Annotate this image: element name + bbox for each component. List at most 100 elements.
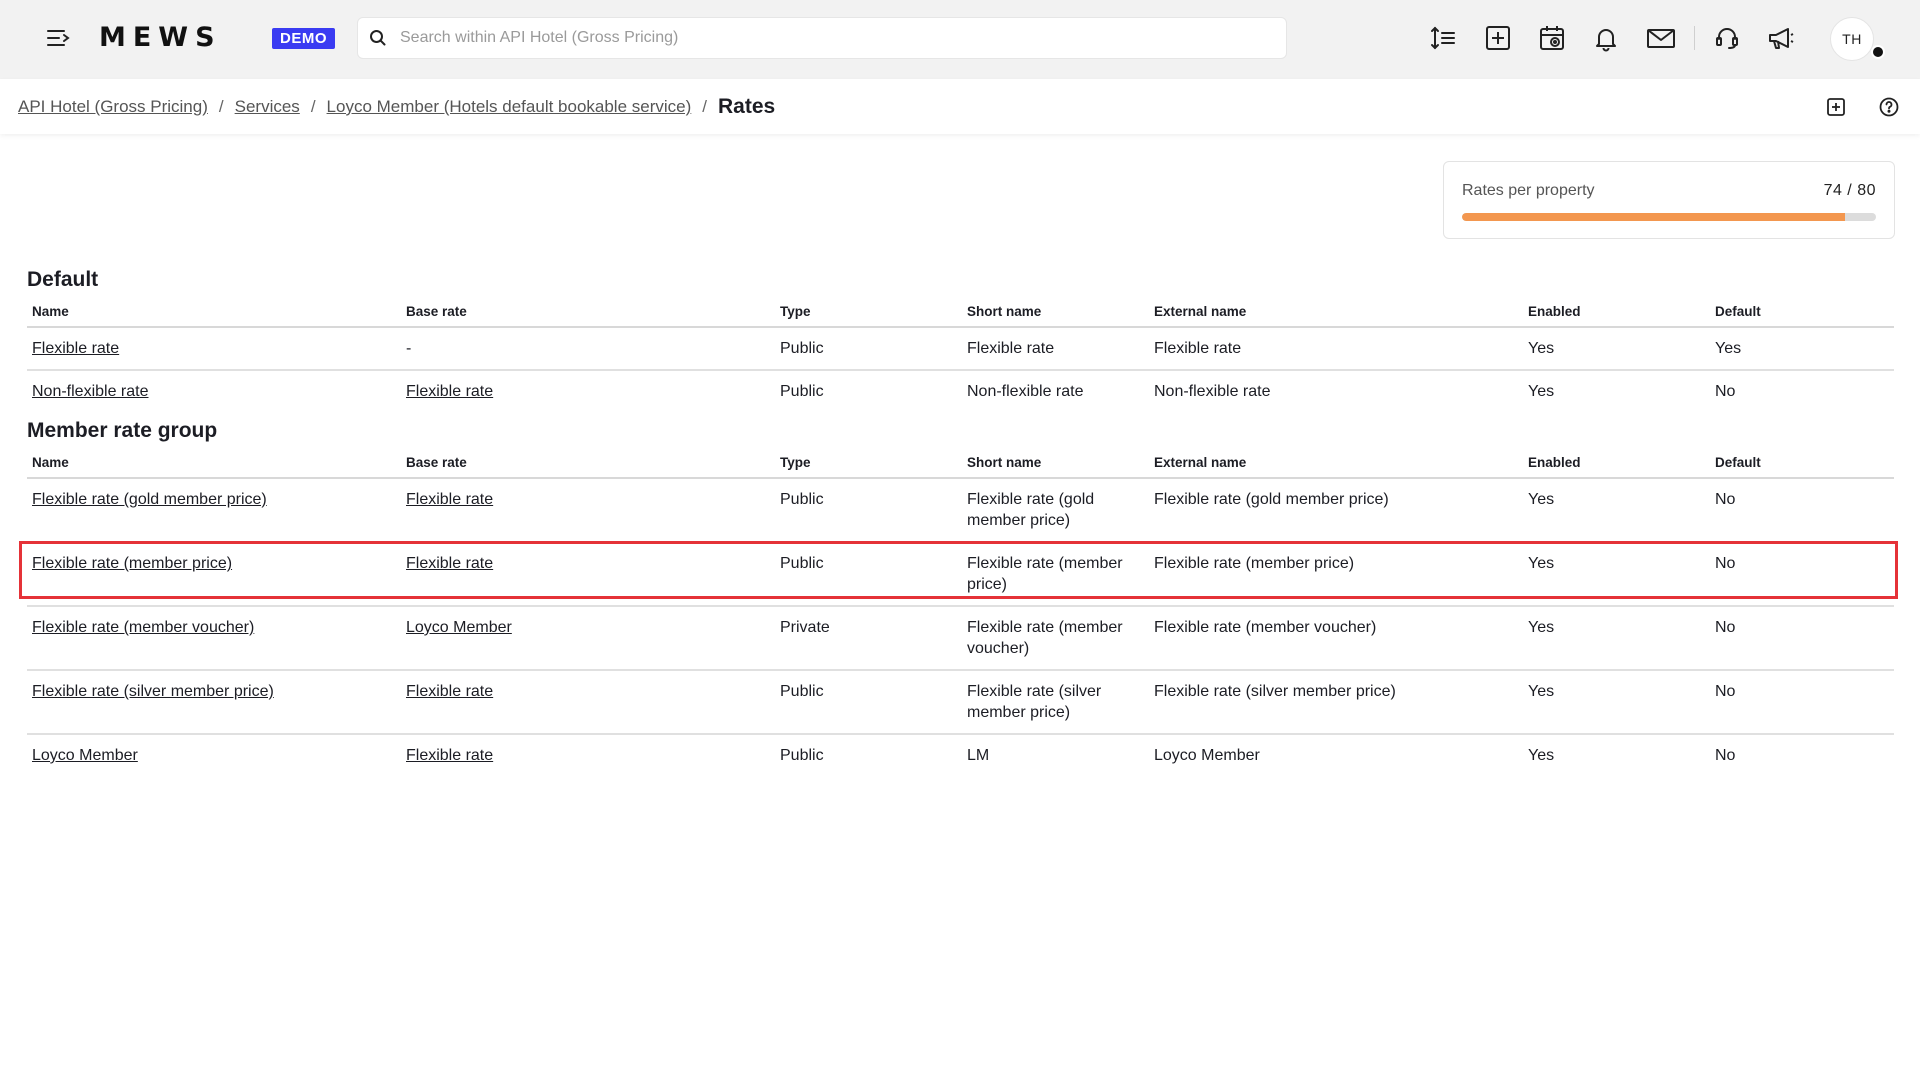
table-cell: Flexible rate [401,734,775,776]
help-icon[interactable] [1878,96,1900,118]
table-row[interactable]: Flexible rate - Public Flexible rate Flexibl… [27,327,1894,371]
default-cell: No [1715,555,1736,572]
table-cell: No [1710,606,1894,671]
column-header-default: Default [1710,448,1894,479]
table-cell: Public [775,327,962,371]
rate-name-link[interactable]: Flexible rate (silver member price) [32,683,274,700]
table-cell: Flexible rate (member price) [1149,542,1523,607]
default-cell: No [1715,619,1736,636]
menu-collapse-icon[interactable] [44,24,72,52]
enabled-cell: Yes [1528,683,1555,700]
rate-name-link[interactable]: Flexible rate [32,340,119,357]
short-name-cell: Flexible rate (silver member price) [967,683,1102,721]
column-header-base-rate: Base rate [401,448,775,479]
default-cell: No [1715,383,1736,400]
enabled-cell: Yes [1528,555,1555,572]
table-row[interactable]: Loyco Member Flexible rate Public LM Loyco M… [27,734,1894,776]
table-row[interactable]: Flexible rate (member voucher) Loyco Memb… [27,606,1894,671]
base-rate-link[interactable]: Loyco Member [406,619,512,636]
table-row[interactable]: Non-flexible rate Flexible rate Public Non-… [27,370,1894,412]
enabled-cell: Yes [1528,619,1555,636]
search-bar[interactable] [357,17,1287,59]
search-input[interactable] [400,29,1280,47]
support-headset-icon[interactable] [1711,22,1743,54]
group-title-member-rate-group: Member rate group [27,419,218,442]
base-rate-link[interactable]: Flexible rate [406,683,493,700]
table-cell: LM [962,734,1149,776]
table-cell: Public [775,542,962,607]
rate-name-link[interactable]: Flexible rate (member price) [32,555,232,572]
bell-icon[interactable] [1590,22,1622,54]
rate-type-cell: Public [780,747,824,764]
rate-name-link[interactable]: Loyco Member [32,747,138,764]
table-cell: Flexible rate (member price) [27,542,401,607]
table-cell: No [1710,478,1894,543]
table-cell: Public [775,670,962,735]
table-cell: Yes [1523,370,1710,412]
short-name-cell: Flexible rate (gold member price) [967,491,1095,529]
table-row[interactable]: Flexible rate (silver member price) Flexi… [27,670,1894,735]
rate-type-cell: Public [780,340,824,357]
rate-name-link[interactable]: Flexible rate (member voucher) [32,619,254,636]
default-cell: No [1715,491,1736,508]
sort-lines-icon[interactable] [1427,22,1459,54]
table-row[interactable]: Flexible rate (member price) Flexible rat… [27,542,1894,607]
table-cell: Non-flexible rate [962,370,1149,412]
column-header-external-name: External name [1149,448,1523,479]
table-cell: Yes [1523,670,1710,735]
rate-name-link[interactable]: Flexible rate (gold member price) [32,491,267,508]
table-cell: Flexible rate (silver member price) [27,670,401,735]
base-rate-link[interactable]: Flexible rate [406,555,493,572]
rates-table-member-rate-group: Name Base rate Type Short name External … [27,448,1894,776]
table-cell: Flexible rate [401,370,775,412]
table-cell: Flexible rate (gold member price) [27,478,401,543]
column-header-default: Default [1710,297,1894,328]
breadcrumb-service[interactable]: Loyco Member (Hotels default bookable se… [327,97,692,117]
default-cell: No [1715,747,1736,764]
table-cell: Flexible rate (gold member price) [1149,478,1523,543]
base-rate-link: - [406,340,412,357]
breadcrumb-property[interactable]: API Hotel (Gross Pricing) [18,97,208,117]
counter-progress-fill [1462,213,1845,221]
table-cell: Yes [1523,606,1710,671]
table-row[interactable]: Flexible rate (gold member price) Flexibl… [27,478,1894,543]
column-header-name: Name [27,297,401,328]
megaphone-icon[interactable] [1765,22,1797,54]
table-header-row: Name Base rate Type Short name External … [27,448,1894,479]
table-cell: Flexible rate (member voucher) [27,606,401,671]
base-rate-link[interactable]: Flexible rate [406,383,493,400]
default-cell: No [1715,683,1736,700]
table-cell: Flexible rate [962,327,1149,371]
table-cell: Public [775,370,962,412]
mews-logo[interactable]: MEWS [99,22,222,53]
user-avatar[interactable]: TH [1830,17,1874,61]
rates-table-default: Name Base rate Type Short name External … [27,297,1894,412]
table-cell: Flexible rate [401,478,775,543]
enabled-cell: Yes [1528,340,1555,357]
table-cell: Yes [1523,478,1710,543]
table-cell: Flexible rate (member price) [962,542,1149,607]
breadcrumb-separator: / [310,97,316,116]
external-name-cell: Flexible rate (silver member price) [1154,683,1396,700]
default-cell: Yes [1715,340,1742,357]
rate-type-cell: Public [780,491,824,508]
table-cell: Loyco Member [401,606,775,671]
add-square-icon[interactable] [1482,22,1514,54]
breadcrumb-separator: / [702,97,708,116]
rates-per-property-card: Rates per property 74 / 80 [1443,161,1895,239]
base-rate-link[interactable]: Flexible rate [406,747,493,764]
rate-name-link[interactable]: Non-flexible rate [32,383,149,400]
search-icon [370,30,386,46]
table-cell: Flexible rate [401,670,775,735]
calendar-view-icon[interactable] [1536,22,1568,54]
base-rate-link[interactable]: Flexible rate [406,491,493,508]
toolbar-divider [1694,26,1695,50]
column-header-short-name: Short name [962,297,1149,328]
breadcrumb-services[interactable]: Services [235,97,300,117]
table-cell: Yes [1523,734,1710,776]
enabled-cell: Yes [1528,747,1555,764]
table-cell: Flexible rate (silver member price) [962,670,1149,735]
column-header-base-rate: Base rate [401,297,775,328]
add-rate-icon[interactable] [1825,96,1847,118]
mail-icon[interactable] [1645,22,1677,54]
